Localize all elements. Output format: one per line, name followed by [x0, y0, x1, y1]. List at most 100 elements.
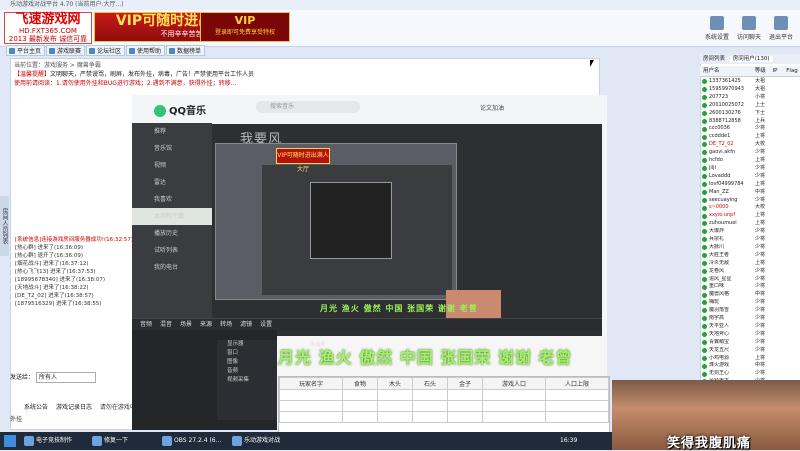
user-row[interactable]: 20010025072 上士: [702, 102, 798, 110]
user-row[interactable]: 嗨玩 少将: [702, 299, 798, 307]
sheet-header-cell[interactable]: 人口上限: [544, 377, 610, 390]
sheet-cell[interactable]: [376, 411, 413, 423]
user-row[interactable]: 天平亚人 少将: [702, 323, 798, 331]
obs-toolbar-item[interactable]: 混音: [160, 321, 172, 328]
user-row[interactable]: 无剑王心 少将: [702, 370, 798, 378]
user-row[interactable]: 兵宗礼 少将: [702, 236, 798, 244]
user-row[interactable]: 龙卷风 少将: [702, 268, 798, 276]
user-row[interactable]: 重口味 少将: [702, 283, 798, 291]
user-row[interactable]: 魔羽落雪 少将: [702, 307, 798, 315]
user-row[interactable]: ccc0036 少将: [702, 125, 798, 133]
user-row[interactable]: 烽火游戏 中将: [702, 362, 798, 370]
user-row[interactable]: ccddde1 上将: [702, 133, 798, 141]
col-ip[interactable]: IP: [773, 66, 785, 76]
user-row[interactable]: 2600130276 下士: [702, 110, 798, 118]
col-level[interactable]: 等级: [755, 66, 771, 76]
sheet-header-cell[interactable]: 食物: [341, 377, 378, 390]
sheet-cell[interactable]: [279, 389, 343, 401]
sheet-cell[interactable]: [544, 389, 610, 401]
sheet-cell[interactable]: [446, 400, 483, 412]
user-row[interactable]: seecuaying 少将: [702, 197, 798, 205]
user-row[interactable]: DE_T2_02 大校: [702, 141, 798, 149]
obs-source-item[interactable]: 视频采集: [217, 376, 277, 385]
sheet-cell[interactable]: [481, 411, 546, 423]
settings-button[interactable]: 系统设置: [704, 16, 730, 41]
user-row[interactable]: gaovi.akfn 少将: [702, 149, 798, 157]
taskbar-item[interactable]: OBS 27.2.4 (6...: [160, 434, 221, 448]
user-row[interactable]: 冷炎无敌 上将: [702, 260, 798, 268]
user-row[interactable]: Man_ZZ 中将: [702, 189, 798, 197]
nav-league-button[interactable]: 游戏联赛: [46, 45, 86, 56]
user-row[interactable]: Lovaddd 少将: [702, 173, 798, 181]
sheet-header-cell[interactable]: 游戏人口: [481, 377, 546, 390]
sheet-cell[interactable]: [481, 389, 546, 401]
obs-toolbar-item[interactable]: 来源: [200, 321, 212, 328]
windows-start-icon[interactable]: [4, 435, 16, 447]
user-row[interactable]: lovf04999784 上将: [702, 181, 798, 189]
obs-toolbar-item[interactable]: 设置: [260, 321, 272, 328]
user-row[interactable]: 魔兽风格 中将: [702, 291, 798, 299]
sheet-cell[interactable]: [376, 400, 413, 412]
user-row[interactable]: 小鸡电源 上将: [702, 355, 798, 363]
sheet-cell[interactable]: [279, 400, 343, 412]
col-username[interactable]: 用户名: [700, 66, 753, 76]
obs-source-item[interactable]: 音频: [217, 367, 277, 376]
chat-button[interactable]: 访问聊天: [736, 16, 762, 41]
user-row[interactable]: zuhoumuei 上将: [702, 220, 798, 228]
sheet-header-cell[interactable]: 玩家名字: [279, 377, 343, 390]
qqmusic-sidebar-item[interactable]: 推荐: [132, 123, 212, 140]
sheet-cell[interactable]: [481, 400, 546, 412]
user-row[interactable]: 青翼萌宝 少将: [702, 339, 798, 347]
exit-button[interactable]: 退出平台: [768, 16, 794, 41]
sheet-cell[interactable]: [446, 411, 483, 423]
nav-home-button[interactable]: 平台主页: [6, 45, 46, 56]
sheet-cell[interactable]: [411, 389, 448, 401]
taskbar-item[interactable]: 电子竞技制作: [22, 434, 72, 448]
obs-toolbar-item[interactable]: 滤镜: [240, 321, 252, 328]
user-row[interactable]: 207723 小将: [702, 94, 798, 102]
vip-banner-secondary[interactable]: VIP 登录即可免费享受特权: [200, 12, 290, 42]
site-logo[interactable]: 飞速游戏网 HD.FXT365.COM 2013 最新发布 诚信可靠: [4, 12, 92, 44]
qqmusic-sidebar-item[interactable]: 播放历史: [132, 225, 212, 242]
send-target-select[interactable]: 所有人: [35, 372, 96, 383]
col-flag[interactable]: Flag: [786, 68, 798, 74]
sheet-header-cell[interactable]: 石头: [411, 377, 448, 390]
sheet-cell[interactable]: [279, 411, 343, 423]
qqmusic-sidebar-item[interactable]: 本地和下载: [132, 208, 212, 225]
qqmusic-sidebar-item[interactable]: 我喜欢: [132, 191, 212, 208]
user-row[interactable]: s~0000 大校: [702, 204, 798, 212]
user-row[interactable]: 1337361425 大祖: [702, 78, 798, 86]
qqmusic-user-name[interactable]: 论文加油: [480, 103, 504, 112]
user-row[interactable]: 追风_星星 少将: [702, 276, 798, 284]
user-row[interactable]: jiljl 少将: [702, 165, 798, 173]
sheet-cell[interactable]: [411, 411, 448, 423]
user-row[interactable]: 大胜王者 少将: [702, 252, 798, 260]
qqmusic-sidebar-item[interactable]: 雷达: [132, 174, 212, 191]
sheet-header-cell[interactable]: 木头: [376, 377, 413, 390]
qqmusic-sidebar-item[interactable]: 音乐馆: [132, 140, 212, 157]
obs-source-item[interactable]: 图像: [217, 358, 277, 367]
qqmusic-sidebar-item[interactable]: 我的电台: [132, 259, 212, 276]
tab-game-log[interactable]: 游戏记录日志: [56, 404, 92, 411]
qqmusic-search-input[interactable]: 搜索音乐: [256, 101, 360, 113]
user-row[interactable]: 南宇高 少将: [702, 315, 798, 323]
nav-forum-button[interactable]: 论坛社区: [86, 45, 126, 56]
obs-source-item[interactable]: 显示器: [217, 340, 277, 349]
sheet-cell[interactable]: [341, 400, 378, 412]
qqmusic-sidebar-item[interactable]: 视频: [132, 157, 212, 174]
sheet-cell[interactable]: [376, 389, 413, 401]
taskbar-item[interactable]: 修复一下: [90, 434, 128, 448]
user-row[interactable]: 15959970943 大祖: [702, 86, 798, 94]
user-row[interactable]: 大脉川 少将: [702, 244, 798, 252]
taskbar-item[interactable]: 乐动游戏对战: [230, 434, 280, 448]
sheet-cell[interactable]: [341, 411, 378, 423]
room-list-vtab[interactable]: 房间人员列表: [0, 196, 9, 256]
user-row[interactable]: 8388712858 上兵: [702, 118, 798, 126]
qqmusic-sidebar-item[interactable]: 试听列表: [132, 242, 212, 259]
user-row[interactable]: xxyio.unpf 上将: [702, 212, 798, 220]
obs-toolbar-item[interactable]: 场景: [180, 321, 192, 328]
sheet-cell[interactable]: [411, 400, 448, 412]
user-row[interactable]: 大爆炸 少将: [702, 228, 798, 236]
obs-source-item[interactable]: 窗口: [217, 349, 277, 358]
tab-room-users[interactable]: 房间用户(130): [729, 56, 773, 62]
